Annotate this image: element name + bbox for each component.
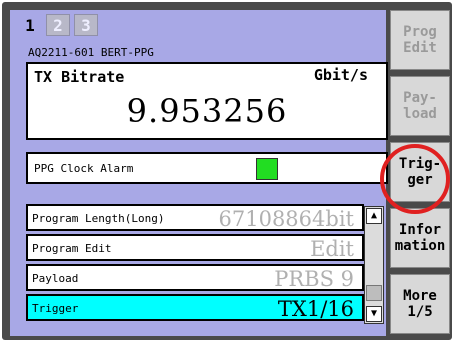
scroll-down-arrow-icon[interactable]: ▼ [366,306,382,322]
row-value: TX1/16 [277,297,354,321]
list-row-payload[interactable]: Payload PRBS 9 [26,264,364,291]
softkey-information[interactable]: Infor mation [390,208,450,268]
tab-3[interactable]: 3 [74,14,98,36]
list-row-trigger[interactable]: Trigger TX1/16 [26,294,364,321]
softkey-more[interactable]: More 1/5 [390,274,450,334]
tx-bitrate-unit: Gbit/s [313,66,368,84]
list-row-program-length[interactable]: Program Length(Long) 67108864bit [26,204,364,231]
scroll-thumb[interactable] [366,285,382,301]
row-value: Edit [310,237,354,261]
alarm-status-led-icon [256,158,278,180]
row-label: Program Edit [32,242,112,255]
ppg-clock-alarm: PPG Clock Alarm [26,152,388,184]
row-label: Payload [32,272,79,285]
module-model-label: AQ2211-601 BERT-PPG [28,46,154,59]
softkey-payload[interactable]: Pay- load [390,76,450,136]
softkey-column: Prog Edit Pay- load Trig- ger Infor mati… [390,10,450,336]
row-label: Trigger [32,302,79,315]
softkey-prog-edit[interactable]: Prog Edit [390,10,450,70]
tab-bar: 1 2 3 [18,14,102,36]
tx-bitrate-title: TX Bitrate [34,68,125,86]
softkey-trigger[interactable]: Trig- ger [390,142,450,202]
tab-2[interactable]: 2 [46,14,70,36]
instrument-frame: 1 2 3 AQ2211-601 BERT-PPG TX Bitrate Gbi… [2,2,452,340]
list-row-program-edit[interactable]: Program Edit Edit [26,234,364,261]
scroll-up-arrow-icon[interactable]: ▲ [366,208,382,224]
main-panel: 1 2 3 AQ2211-601 BERT-PPG TX Bitrate Gbi… [10,10,388,336]
settings-list: Program Length(Long) 67108864bit Program… [26,204,364,322]
row-label: Program Length(Long) [32,212,165,225]
tx-bitrate-display[interactable]: TX Bitrate Gbit/s 9.953256 [26,62,388,140]
tx-bitrate-value: 9.953256 [126,92,288,130]
row-value: 67108864bit [218,207,355,231]
alarm-label: PPG Clock Alarm [34,162,134,175]
tab-1[interactable]: 1 [18,14,42,36]
list-scrollbar[interactable]: ▲ ▼ [364,206,384,324]
row-value: PRBS 9 [274,267,354,291]
